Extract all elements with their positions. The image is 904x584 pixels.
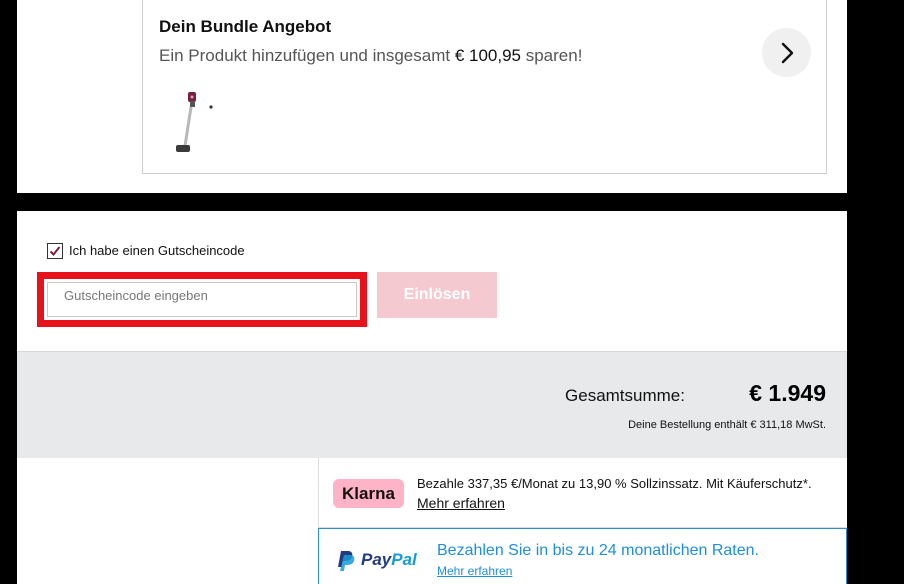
paypal-p-icon [338, 551, 355, 571]
paypal-wordmark-pay: Pay [361, 550, 392, 569]
paypal-wordmark-pal: Pal [391, 550, 417, 569]
bundle-title: Dein Bundle Angebot [159, 17, 332, 36]
stick-vacuum-image[interactable] [169, 90, 215, 160]
klarna-payment-option[interactable]: Klarna Bezahle 337,35 €/Monat zu 13,90 %… [318, 458, 847, 528]
blank-left-panel [17, 458, 318, 584]
klarna-learn-more-link[interactable]: Mehr erfahren [417, 495, 505, 511]
total-label: Gesamtsumme: [565, 386, 685, 405]
bundle-savings-amount: € 100,95 [454, 46, 521, 65]
chevron-right-icon [781, 42, 794, 64]
vat-note: Deine Bestellung enthält € 311,18 MwSt. [628, 419, 826, 431]
redeem-button[interactable]: Einlösen [377, 272, 497, 318]
coupon-checkbox[interactable] [47, 243, 63, 259]
coupon-code-input[interactable] [47, 282, 357, 317]
bundle-section: Dein Bundle Angebot Ein Produkt hinzufüg… [17, 0, 847, 193]
paypal-learn-more-link[interactable]: Mehr erfahren [437, 564, 512, 578]
coupon-section: Ich habe einen Gutscheincode Einlösen [17, 211, 847, 351]
bundle-offer-card[interactable]: Dein Bundle Angebot Ein Produkt hinzufüg… [142, 0, 827, 174]
bundle-subtitle: Ein Produkt hinzufügen und insgesamt € 1… [159, 46, 582, 66]
klarna-logo: Klarna [333, 479, 404, 508]
bundle-next-button[interactable] [762, 28, 811, 77]
coupon-checkbox-label[interactable]: Ich habe einen Gutscheincode [69, 243, 245, 258]
bundle-subtitle-end: sparen! [521, 46, 583, 65]
paypal-payment-option[interactable]: PayPal Bezahlen Sie in bis zu 24 monatli… [318, 528, 847, 584]
bundle-subtitle-start: Ein Produkt hinzufügen und insgesamt [159, 46, 455, 65]
total-value: € 1.949 [749, 380, 826, 406]
klarna-installment-text: Bezahle 337,35 €/Monat zu 13,90 % Sollzi… [417, 476, 812, 491]
paypal-wordmark: PayPal [361, 550, 417, 570]
checkmark-icon [49, 246, 61, 256]
paypal-installment-text: Bezahlen Sie in bis zu 24 monatlichen Ra… [437, 542, 759, 559]
order-total-section: Gesamtsumme: € 1.949 Deine Bestellung en… [17, 351, 847, 458]
